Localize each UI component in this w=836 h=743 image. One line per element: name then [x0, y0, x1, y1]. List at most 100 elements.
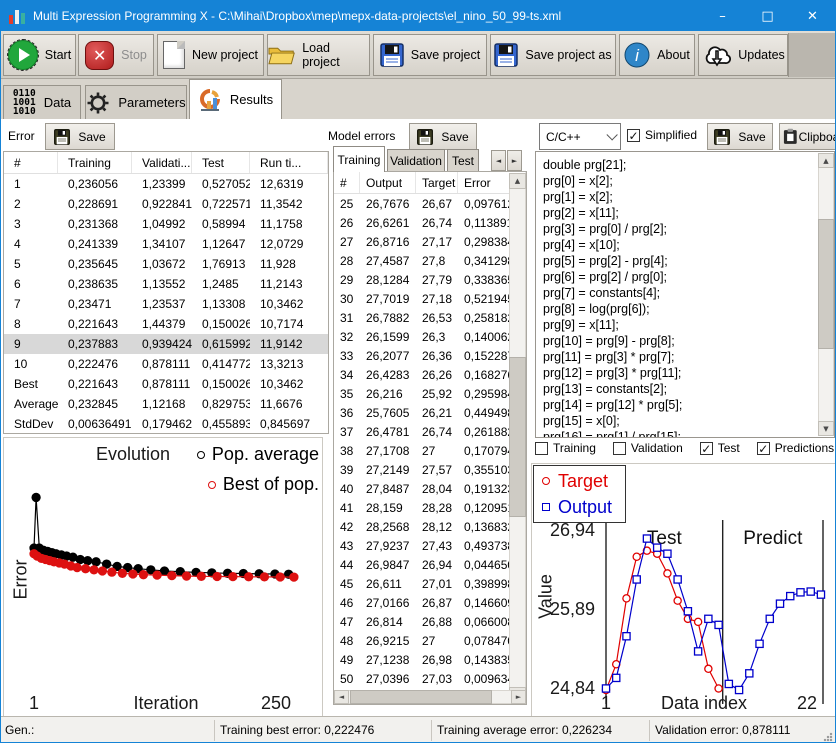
language-select[interactable]: C/C++ [539, 123, 621, 150]
table-row[interactable]: 30,2313681,049920,5899411,1758 [4, 214, 328, 234]
table-cell: 10,3462 [250, 377, 328, 391]
table-row[interactable]: 3027,701927,180,521945 [334, 289, 526, 308]
table-cell: 45 [334, 577, 360, 591]
save-project-as-button[interactable]: Save project as [490, 34, 616, 76]
column-header[interactable]: Training [58, 152, 132, 173]
table-cell: 0,150026 [192, 377, 250, 391]
table-row[interactable]: 50,2356451,036721,7691311,928 [4, 254, 328, 274]
table-cell: 1,12647 [192, 237, 250, 251]
scroll-down-button[interactable]: ▼ [818, 421, 834, 436]
table-row[interactable]: 3625,760526,210,449498 [334, 403, 526, 422]
table-row[interactable]: 90,2378830,9394240,61599211,9142 [4, 334, 328, 354]
table-cell: 26,53 [416, 311, 458, 325]
table-row[interactable]: 3526,21625,920,295984 [334, 384, 526, 403]
table-cell: 12,6319 [250, 177, 328, 191]
table-row[interactable]: Average0,2328451,121680,82975311,6676 [4, 394, 328, 414]
scrollbar-thumb[interactable] [818, 219, 834, 349]
new-project-button[interactable]: New project [157, 34, 264, 76]
column-header[interactable]: Target [416, 172, 458, 193]
table-cell: 8 [4, 317, 58, 331]
table-row[interactable]: 20,2286910,9228410,72257111,3542 [4, 194, 328, 214]
table-row[interactable]: 3426,428326,260,168276 [334, 365, 526, 384]
tab-parameters[interactable]: Parameters [85, 85, 187, 119]
scroll-left-button[interactable]: ◄ [334, 690, 349, 704]
code-line: prg[11] = prg[3] * prg[7]; [536, 349, 834, 365]
table-row[interactable]: 2626,626126,740,113891 [334, 213, 526, 232]
model-tab-validation[interactable]: Validation [387, 149, 445, 172]
table-row[interactable]: 5027,039627,030,009634 [334, 669, 526, 688]
resize-grip[interactable] [823, 732, 833, 742]
table-row[interactable]: 4128,15928,280,120951 [334, 498, 526, 517]
table-row[interactable]: 2726,871627,170,298384 [334, 232, 526, 251]
table-row[interactable]: 2928,128427,790,338365 [334, 270, 526, 289]
code-panel[interactable]: double prg[21];prg[0] = x[2];prg[1] = x[… [535, 151, 835, 438]
series-toggle-predictions[interactable]: ✓Predictions [757, 441, 834, 455]
table-row[interactable]: 3126,788226,530,258182 [334, 308, 526, 327]
updates-button[interactable]: Updates [698, 34, 788, 76]
column-header[interactable]: Test [192, 152, 250, 173]
scroll-up-button[interactable]: ▲ [509, 173, 526, 189]
scrollbar-thumb[interactable] [350, 690, 492, 704]
table-row[interactable]: 80,2216431,443790,15002610,7174 [4, 314, 328, 334]
tab-data[interactable]: 011010011010 Data [3, 85, 81, 119]
save-project-button[interactable]: Save project [373, 34, 487, 76]
tab-scroll-right-button[interactable]: ► [507, 150, 522, 171]
series-toggle-training[interactable]: Training [535, 441, 596, 455]
table-row[interactable]: 4027,848728,040,191323 [334, 479, 526, 498]
table-row[interactable]: Best0,2216430,8781110,15002610,3462 [4, 374, 328, 394]
table-cell: 46 [334, 596, 360, 610]
save-errors-button[interactable]: Save [45, 123, 115, 150]
model-table-body: 2526,767626,670,0976122626,626126,740,11… [334, 194, 526, 688]
table-row[interactable]: 3326,207726,360,152287 [334, 346, 526, 365]
start-button[interactable]: Start [3, 34, 76, 76]
model-tab-training[interactable]: Training [333, 146, 385, 172]
table-row[interactable]: 70,234711,235371,1330810,3462 [4, 294, 328, 314]
table-row[interactable]: StdDev0,006364910,1794620,4558930,845697 [4, 414, 328, 434]
table-row[interactable]: 2526,767626,670,097612 [334, 194, 526, 213]
simplified-checkbox[interactable]: ✓ Simplified [627, 128, 697, 142]
about-button[interactable]: i About [619, 34, 695, 76]
model-tab-test[interactable]: Test [447, 149, 479, 172]
table-row[interactable]: 4627,016626,870,146609 [334, 593, 526, 612]
column-header[interactable]: # [334, 172, 360, 193]
table-cell: 27,18 [416, 292, 458, 306]
column-header[interactable]: # [4, 152, 58, 173]
table-row[interactable]: 3827,1708270,170794 [334, 441, 526, 460]
scroll-right-button[interactable]: ► [511, 690, 526, 704]
column-header[interactable]: Run ti... [250, 152, 328, 173]
stop-button[interactable]: ✕ Stop [78, 34, 154, 76]
table-cell: 28,04 [416, 482, 458, 496]
save-model-errors-button[interactable]: Save [409, 123, 477, 150]
table-row[interactable]: 4726,81426,880,066008 [334, 612, 526, 631]
table-row[interactable]: 2827,458727,80,341298 [334, 251, 526, 270]
table-cell: 27,43 [416, 539, 458, 553]
series-toggle-test[interactable]: ✓Test [700, 441, 740, 455]
table-row[interactable]: 4426,984726,940,044650 [334, 555, 526, 574]
table-row[interactable]: 4228,256828,120,136832 [334, 517, 526, 536]
scroll-up-button[interactable]: ▲ [818, 153, 834, 168]
close-button[interactable]: ✕ [790, 1, 835, 31]
table-row[interactable]: 4826,9215270,078470 [334, 631, 526, 650]
table-row[interactable]: 3726,478126,740,261882 [334, 422, 526, 441]
table-cell: 11,1758 [250, 217, 328, 231]
column-header[interactable]: Output [360, 172, 416, 193]
table-row[interactable]: 10,2360561,233990,52705212,6319 [4, 174, 328, 194]
table-row[interactable]: 100,2224760,8781110,41477213,3213 [4, 354, 328, 374]
scrollbar-thumb[interactable] [509, 357, 526, 517]
tab-scroll-left-button[interactable]: ◄ [491, 150, 506, 171]
column-header[interactable]: Validati... [132, 152, 192, 173]
tab-results[interactable]: Results [189, 79, 282, 119]
save-code-button[interactable]: Save [707, 123, 773, 150]
table-row[interactable]: 3927,214927,570,355103 [334, 460, 526, 479]
table-row[interactable]: 60,2386351,135521,248511,2143 [4, 274, 328, 294]
table-row[interactable]: 4927,123826,980,143835 [334, 650, 526, 669]
series-toggle-validation[interactable]: Validation [613, 441, 683, 455]
clipboard-button[interactable]: Clipboard [779, 123, 836, 150]
table-row[interactable]: 4327,923727,430,493738 [334, 536, 526, 555]
load-project-button[interactable]: Load project [267, 34, 370, 76]
table-row[interactable]: 40,2413391,341071,1264712,0729 [4, 234, 328, 254]
maximize-button[interactable]: □ [745, 1, 790, 31]
minimize-button[interactable]: – [700, 1, 745, 31]
table-row[interactable]: 3226,159926,30,140062 [334, 327, 526, 346]
table-row[interactable]: 4526,61127,010,398998 [334, 574, 526, 593]
